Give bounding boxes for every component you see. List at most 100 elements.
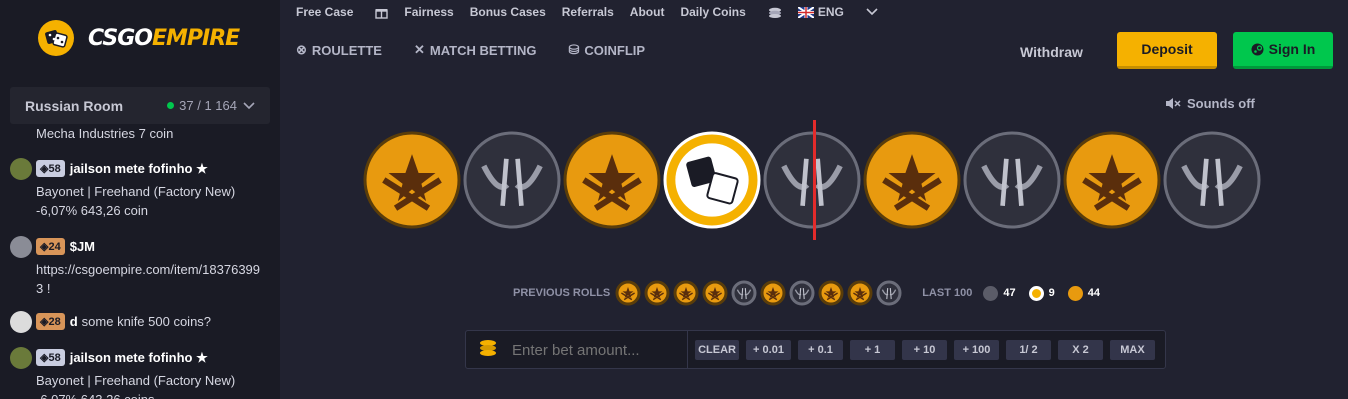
sounds-toggle[interactable]: Sounds off — [1165, 96, 1255, 111]
bonus-count: 9 — [1048, 287, 1055, 299]
chat-header: ◈ 58 jailson mete fofinho ★ — [36, 349, 208, 366]
level-badge: ◈ 58 — [36, 160, 65, 177]
sign-in-button[interactable]: Sign In — [1233, 32, 1333, 69]
add-100-button[interactable]: + 100 — [954, 340, 999, 360]
bonus-cases-link[interactable]: Bonus Cases — [470, 5, 546, 19]
roll-ct-icon — [876, 280, 902, 306]
add-0.01-button[interactable]: + 0.01 — [746, 340, 791, 360]
logo-text: CSGOEMPIRE — [88, 25, 240, 51]
chevron-down-icon — [243, 101, 255, 109]
roll-t-icon — [847, 280, 873, 306]
withdraw-button[interactable]: Withdraw — [1020, 44, 1083, 60]
clear-button[interactable]: CLEAR — [695, 340, 739, 360]
roll-ct-icon — [789, 280, 815, 306]
chat-text: Bayonet | Freehand (Factory New) -6,07% … — [36, 373, 236, 399]
chat-header: ◈ 58 jailson mete fofinho ★ — [36, 160, 208, 177]
divider — [687, 331, 688, 368]
nav-match-betting[interactable]: ✕ MATCH BETTING — [414, 42, 537, 58]
wheel-tile-ct — [963, 131, 1061, 229]
wheel-tile-t — [363, 131, 461, 229]
chat-text: https://csgoempire.com/item/18376399 3 ! — [36, 262, 261, 296]
t-coin-icon — [1067, 285, 1083, 301]
steam-icon — [1251, 43, 1264, 55]
level-badge: ◈ 24 — [36, 238, 65, 255]
avatar[interactable] — [10, 236, 32, 258]
add-1-button[interactable]: + 1 — [850, 340, 895, 360]
about-link[interactable]: About — [630, 5, 665, 19]
chat-text: Mecha Industries 7 coin — [36, 126, 174, 141]
roll-t-icon — [702, 280, 728, 306]
free-case-link[interactable]: Free Case — [296, 5, 389, 19]
roll-t-icon — [818, 280, 844, 306]
chat-messages: Mecha Industries 7 coin ◈ 58 jailson met… — [0, 126, 280, 399]
wheel-tile-t — [863, 131, 961, 229]
avatar[interactable] — [10, 158, 32, 180]
double-button[interactable]: X 2 — [1058, 340, 1103, 360]
room-name: Russian Room — [25, 97, 124, 114]
t-count: 44 — [1087, 287, 1100, 299]
chat-header: ◈ 28 d some knife 500 coins? — [36, 313, 211, 330]
gift-icon — [375, 8, 389, 19]
sidebar: CSGOEMPIRE Russian Room 37 / 1 164 Mecha… — [0, 0, 280, 399]
chat-text: Bayonet | Freehand (Factory New) -6,07% … — [36, 184, 236, 218]
bet-amount-input[interactable] — [512, 342, 682, 359]
online-count: 37 / 1 164 — [167, 98, 255, 113]
previous-rolls-label: PREVIOUS ROLLS — [513, 287, 611, 299]
wheel-tile-ct — [463, 131, 561, 229]
room-selector[interactable]: Russian Room 37 / 1 164 — [10, 87, 270, 124]
bet-panel: CLEAR + 0.01 + 0.1 + 1 + 10 + 100 1/ 2 X… — [465, 330, 1166, 369]
ct-coin-icon — [983, 285, 999, 301]
rolls-history — [612, 280, 902, 306]
top-links: Free Case Fairness Bonus Cases Referrals… — [280, 0, 1348, 24]
crossed-swords-icon: ✕ — [413, 42, 425, 57]
chat-username[interactable]: d — [70, 314, 78, 329]
chat-username[interactable]: jailson mete fofinho ★ — [70, 161, 208, 177]
wheel-tile-bonus — [663, 131, 761, 229]
nav-roulette[interactable]: ⊗ ROULETTE — [296, 42, 382, 58]
roll-ct-icon — [731, 280, 757, 306]
coins-icon: ⛁ — [568, 42, 580, 57]
chevron-down-icon — [866, 8, 878, 16]
half-button[interactable]: 1/ 2 — [1006, 340, 1051, 360]
roll-t-icon — [644, 280, 670, 306]
level-badge: ◈ 28 — [36, 313, 65, 330]
coins-icon — [768, 7, 781, 18]
logo-dice-icon — [38, 20, 74, 56]
chat-username[interactable]: jailson mete fofinho ★ — [70, 350, 208, 366]
nav-coinflip[interactable]: ⛁ COINFLIP — [569, 42, 646, 58]
online-dot-icon — [167, 102, 175, 109]
chat-header: ◈ 24 $JM — [36, 238, 95, 255]
fairness-link[interactable]: Fairness — [404, 5, 453, 19]
roll-t-icon — [760, 280, 786, 306]
uk-flag-icon — [797, 6, 814, 18]
main-nav: ⊗ ROULETTE ✕ MATCH BETTING ⛁ COINFLIP Wi… — [280, 24, 1348, 76]
avatar[interactable] — [10, 311, 32, 333]
avatar[interactable] — [10, 347, 32, 369]
daily-coins-link[interactable]: Daily Coins — [680, 5, 781, 19]
roulette-marker — [813, 120, 816, 240]
add-0.1-button[interactable]: + 0.1 — [798, 340, 843, 360]
bet-modifiers: CLEAR + 0.01 + 0.1 + 1 + 10 + 100 1/ 2 X… — [695, 340, 1162, 360]
speaker-muted-icon — [1166, 98, 1181, 109]
roll-t-icon — [615, 280, 641, 306]
bonus-coin-icon — [1028, 285, 1044, 301]
wheel-tile-ct — [1163, 131, 1261, 229]
wheel-tile-ct — [763, 131, 861, 229]
level-badge: ◈ 58 — [36, 349, 65, 366]
max-button[interactable]: MAX — [1110, 340, 1155, 360]
wheel-tile-t — [563, 131, 661, 229]
language-selector[interactable]: ENG — [797, 5, 878, 19]
logo[interactable]: CSGOEMPIRE — [0, 0, 280, 76]
chat-text: some knife 500 coins? — [81, 314, 212, 329]
referrals-link[interactable]: Referrals — [562, 5, 614, 19]
wheel-tile-t — [1063, 131, 1161, 229]
last-100-label: LAST 100 — [922, 287, 973, 299]
roll-t-icon — [673, 280, 699, 306]
roulette-icon: ⊗ — [296, 42, 307, 57]
coins-icon — [480, 340, 496, 356]
previous-rolls: PREVIOUS ROLLS LAST 100 47 9 44 — [513, 280, 1100, 306]
deposit-button[interactable]: Deposit — [1117, 32, 1217, 69]
chat-username[interactable]: $JM — [70, 239, 95, 254]
add-10-button[interactable]: + 10 — [902, 340, 947, 360]
ct-count: 47 — [1003, 287, 1016, 299]
